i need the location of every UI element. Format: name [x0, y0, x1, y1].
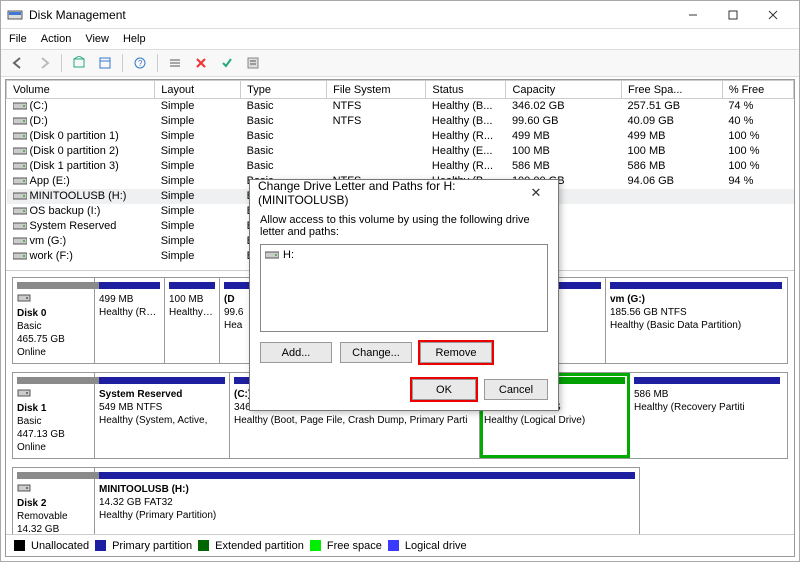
cancel-button[interactable]: Cancel: [484, 379, 548, 400]
legend-logical: Logical drive: [405, 540, 467, 552]
disk-info[interactable]: Disk 1Basic447.13 GBOnline: [13, 373, 95, 458]
svg-text:?: ?: [138, 59, 143, 68]
drive-icon: [13, 221, 27, 231]
volume-row[interactable]: (Disk 1 partition 3)SimpleBasicHealthy (…: [7, 159, 794, 174]
drive-icon: [265, 250, 279, 260]
drive-icon: [13, 251, 27, 261]
legend-extended-swatch: [198, 540, 209, 551]
change-button[interactable]: Change...: [340, 342, 412, 363]
menu-action[interactable]: Action: [41, 33, 72, 45]
legend: Unallocated Primary partition Extended p…: [6, 534, 794, 556]
disk-icon: [17, 291, 90, 307]
drive-icon: [13, 176, 27, 186]
disk-row: Disk 2Removable14.32 GBOnlineMINITOOLUSB…: [12, 467, 640, 534]
drive-icon: [13, 206, 27, 216]
legend-primary: Primary partition: [112, 540, 192, 552]
check-icon[interactable]: [216, 52, 238, 74]
menu-help[interactable]: Help: [123, 33, 146, 45]
view-icon[interactable]: [94, 52, 116, 74]
menu-view[interactable]: View: [85, 33, 109, 45]
col-status[interactable]: Status: [426, 81, 506, 99]
col-layout[interactable]: Layout: [155, 81, 241, 99]
window-title: Disk Management: [29, 8, 673, 22]
minimize-button[interactable]: [673, 3, 713, 27]
drive-icon: [13, 131, 27, 141]
dialog-label: Allow access to this volume by using the…: [260, 214, 548, 238]
drive-icon: [13, 146, 27, 156]
maximize-button[interactable]: [713, 3, 753, 27]
remove-button[interactable]: Remove: [420, 342, 492, 363]
dialog-titlebar: Change Drive Letter and Paths for H: (MI…: [250, 180, 558, 206]
legend-unallocated: Unallocated: [31, 540, 89, 552]
partition[interactable]: 586 MBHealthy (Recovery Partiti: [630, 373, 784, 458]
forward-icon[interactable]: [33, 52, 55, 74]
volume-row[interactable]: (D:)SimpleBasicNTFSHealthy (B...99.60 GB…: [7, 114, 794, 129]
legend-primary-swatch: [95, 540, 106, 551]
col-free[interactable]: Free Spa...: [622, 81, 723, 99]
change-drive-letter-dialog: Change Drive Letter and Paths for H: (MI…: [249, 179, 559, 411]
col-fs[interactable]: File System: [327, 81, 426, 99]
partition[interactable]: MINITOOLUSB (H:)14.32 GB FAT32Healthy (P…: [95, 468, 639, 534]
window-buttons: [673, 3, 793, 27]
help-icon[interactable]: ?: [129, 52, 151, 74]
partition[interactable]: 100 MBHealthy (E: [165, 278, 220, 363]
drive-icon: [13, 161, 27, 171]
partition[interactable]: vm (G:)185.56 GB NTFSHealthy (Basic Data…: [606, 278, 786, 363]
col-type[interactable]: Type: [241, 81, 327, 99]
drive-icon: [13, 101, 27, 111]
delete-icon[interactable]: [190, 52, 212, 74]
dialog-close-button[interactable]: ✕: [522, 185, 550, 201]
volume-row[interactable]: (C:)SimpleBasicNTFSHealthy (B...346.02 G…: [7, 99, 794, 114]
legend-free-swatch: [310, 540, 321, 551]
drive-path-item[interactable]: H:: [265, 249, 543, 261]
toolbar: ?: [1, 49, 799, 77]
disk-icon: [17, 386, 90, 402]
ok-button[interactable]: OK: [412, 379, 476, 400]
properties-icon[interactable]: [242, 52, 264, 74]
legend-extended: Extended partition: [215, 540, 304, 552]
dialog-title: Change Drive Letter and Paths for H: (MI…: [258, 179, 522, 207]
title-bar: Disk Management: [1, 1, 799, 29]
app-icon: [7, 7, 23, 23]
partition[interactable]: 499 MBHealthy (Reco: [95, 278, 165, 363]
drive-icon: [13, 191, 27, 201]
close-button[interactable]: [753, 3, 793, 27]
volume-row[interactable]: (Disk 0 partition 2)SimpleBasicHealthy (…: [7, 144, 794, 159]
refresh-icon[interactable]: [68, 52, 90, 74]
legend-logical-swatch: [388, 540, 399, 551]
drive-icon: [13, 116, 27, 126]
menu-file[interactable]: File: [9, 33, 27, 45]
disk-info[interactable]: Disk 0Basic465.75 GBOnline: [13, 278, 95, 363]
back-icon[interactable]: [7, 52, 29, 74]
list-icon[interactable]: [164, 52, 186, 74]
col-pct[interactable]: % Free: [722, 81, 793, 99]
col-volume[interactable]: Volume: [7, 81, 155, 99]
drive-icon: [13, 236, 27, 246]
disk-icon: [17, 481, 90, 497]
col-cap[interactable]: Capacity: [506, 81, 622, 99]
menu-bar: File Action View Help: [1, 29, 799, 49]
partition[interactable]: System Reserved549 MB NTFSHealthy (Syste…: [95, 373, 230, 458]
drive-path-listbox[interactable]: H:: [260, 244, 548, 332]
add-button[interactable]: Add...: [260, 342, 332, 363]
drive-path-text: H:: [283, 249, 294, 261]
legend-free: Free space: [327, 540, 382, 552]
disk-info[interactable]: Disk 2Removable14.32 GBOnline: [13, 468, 95, 534]
legend-unallocated-swatch: [14, 540, 25, 551]
volume-row[interactable]: (Disk 0 partition 1)SimpleBasicHealthy (…: [7, 129, 794, 144]
